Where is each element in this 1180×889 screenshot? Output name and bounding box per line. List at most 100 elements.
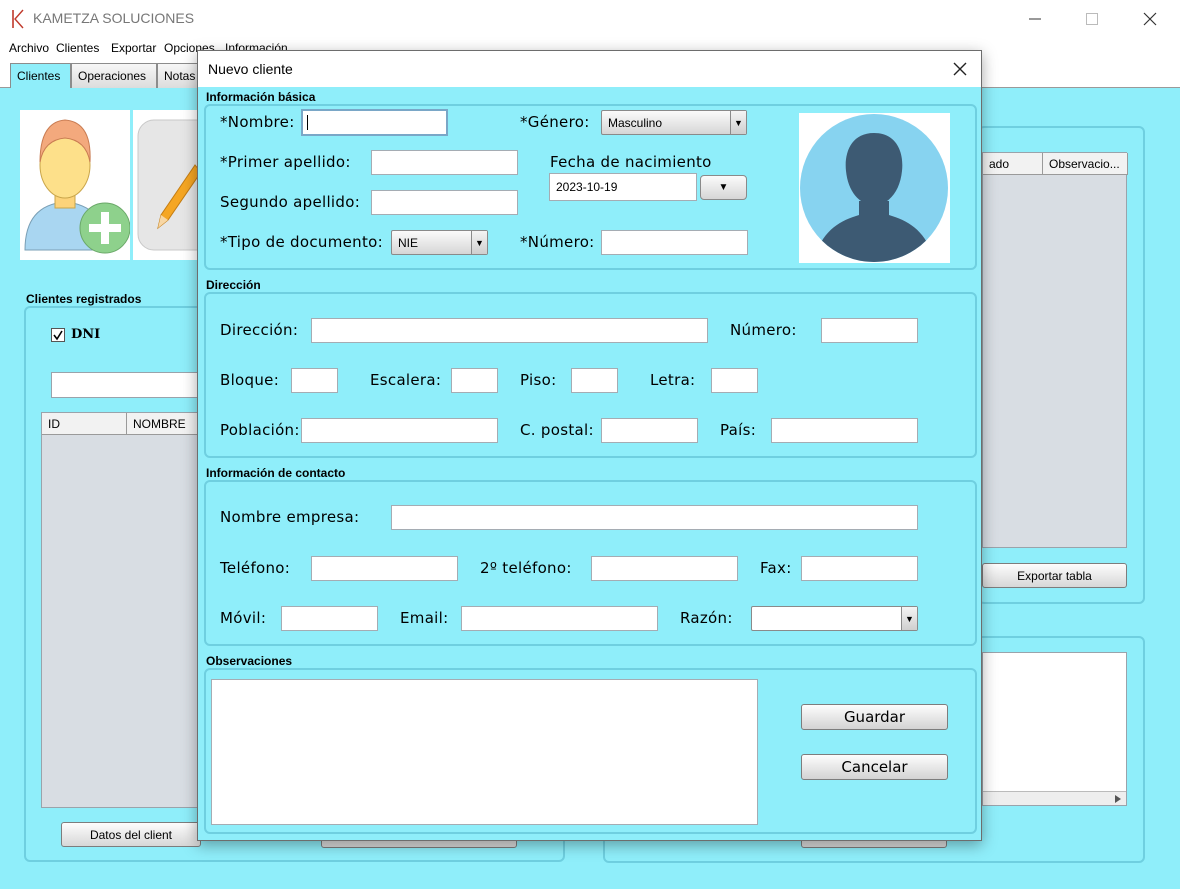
export-table-button[interactable]: Exportar tabla	[982, 563, 1127, 588]
tab-clientes[interactable]: Clientes	[10, 63, 71, 88]
minimize-button[interactable]	[1012, 4, 1058, 34]
fecha-nacimiento-label: Fecha de nacimiento	[550, 153, 712, 171]
contact-title: Información de contacto	[206, 466, 346, 480]
scroll-right-icon[interactable]	[1113, 794, 1123, 804]
empresa-input[interactable]	[391, 505, 918, 530]
registered-clients-label: Clientes registrados	[26, 292, 142, 306]
clients-table[interactable]: ID NOMBRE	[41, 412, 202, 808]
numero-input[interactable]	[821, 318, 918, 343]
telefono-input[interactable]	[311, 556, 458, 581]
basic-info-title: Información básica	[206, 90, 316, 104]
razon-select[interactable]: ▼	[751, 606, 918, 631]
address-title: Dirección	[206, 278, 261, 292]
dialog-title: Nuevo cliente	[208, 61, 293, 77]
operations-table[interactable]: ado Observacio...	[982, 152, 1128, 548]
movil-label: Móvil:	[220, 609, 267, 627]
movil-input[interactable]	[281, 606, 378, 631]
maximize-button[interactable]	[1069, 4, 1115, 34]
tipo-documento-value: NIE	[398, 236, 419, 250]
codigo-postal-label: C. postal:	[520, 421, 594, 439]
fax-label: Fax:	[760, 559, 792, 577]
window-titlebar: KAMETZA SOLUCIONES	[0, 0, 1180, 38]
date-picker-button[interactable]: ▼	[700, 175, 747, 200]
razon-label: Razón:	[680, 609, 733, 627]
piso-label: Piso:	[520, 371, 557, 389]
escalera-input[interactable]	[451, 368, 498, 393]
telefono-label: Teléfono:	[220, 559, 291, 577]
numero-documento-input[interactable]	[601, 230, 748, 255]
segundo-apellido-input[interactable]	[371, 190, 518, 215]
primer-apellido-input[interactable]	[371, 150, 518, 175]
tipo-documento-label: *Tipo de documento:	[220, 233, 383, 251]
telefono2-input[interactable]	[591, 556, 738, 581]
genero-select[interactable]: Masculino ▼	[601, 110, 747, 135]
empresa-label: Nombre empresa:	[220, 508, 360, 526]
poblacion-input[interactable]	[301, 418, 498, 443]
nombre-label: *Nombre:	[220, 113, 295, 131]
escalera-label: Escalera:	[370, 371, 442, 389]
bloque-input[interactable]	[291, 368, 338, 393]
direccion-label: Dirección:	[220, 321, 299, 339]
table-header-id[interactable]: ID	[42, 413, 127, 435]
close-window-button[interactable]	[1127, 4, 1173, 34]
dialog-titlebar: Nuevo cliente	[198, 51, 981, 87]
table-header-observaciones[interactable]: Observacio...	[1043, 153, 1128, 175]
add-client-icon[interactable]	[20, 110, 130, 260]
table-header-nombre[interactable]: NOMBRE	[127, 413, 202, 435]
fecha-nacimiento-input[interactable]: 2023-10-19	[549, 173, 697, 201]
telefono2-label: 2º teléfono:	[480, 559, 572, 577]
piso-input[interactable]	[571, 368, 618, 393]
chevron-down-icon: ▼	[718, 182, 729, 193]
tab-operaciones[interactable]: Operaciones	[71, 63, 157, 88]
bloque-label: Bloque:	[220, 371, 280, 389]
app-title: KAMETZA SOLUCIONES	[33, 10, 195, 26]
client-photo[interactable]	[799, 113, 950, 263]
fax-input[interactable]	[801, 556, 918, 581]
notes-title: Observaciones	[206, 654, 293, 668]
codigo-postal-input[interactable]	[601, 418, 698, 443]
primer-apellido-label: *Primer apellido:	[220, 153, 351, 171]
avatar-icon	[800, 114, 948, 262]
add-user-icon	[24, 119, 130, 254]
save-button[interactable]: Guardar	[801, 704, 948, 730]
new-client-dialog: Nuevo cliente Información básica *Nombre…	[197, 50, 982, 841]
minimize-icon	[1029, 18, 1041, 20]
direccion-input[interactable]	[311, 318, 708, 343]
letra-input[interactable]	[711, 368, 758, 393]
numero-documento-label: *Número:	[520, 233, 595, 251]
app-logo-icon	[12, 9, 24, 29]
chevron-down-icon: ▼	[730, 111, 746, 134]
numero-label: Número:	[730, 321, 797, 339]
close-icon	[1143, 12, 1157, 26]
close-icon	[953, 62, 967, 76]
email-label: Email:	[400, 609, 449, 627]
cancel-button[interactable]: Cancelar	[801, 754, 948, 780]
genero-value: Masculino	[608, 116, 663, 130]
notes-list[interactable]	[982, 652, 1127, 806]
nombre-input[interactable]	[301, 109, 448, 136]
dni-label: DNI	[71, 327, 101, 342]
poblacion-label: Población:	[220, 421, 300, 439]
table-header-estado[interactable]: ado	[983, 153, 1043, 175]
chevron-down-icon: ▼	[901, 607, 917, 630]
horizontal-scrollbar[interactable]	[983, 791, 1126, 805]
observaciones-textarea[interactable]	[211, 679, 758, 825]
menu-exportar[interactable]: Exportar	[111, 41, 156, 55]
text-caret	[307, 115, 308, 130]
client-data-button[interactable]: Datos del client	[61, 822, 201, 847]
edit-client-icon[interactable]	[133, 110, 197, 260]
email-input[interactable]	[461, 606, 658, 631]
dialog-close-button[interactable]	[948, 59, 972, 79]
check-icon	[53, 330, 63, 341]
pencil-icon	[137, 119, 197, 251]
pais-input[interactable]	[771, 418, 918, 443]
letra-label: Letra:	[650, 371, 696, 389]
tipo-documento-select[interactable]: NIE ▼	[391, 230, 488, 255]
menu-clientes[interactable]: Clientes	[56, 41, 99, 55]
pais-label: País:	[720, 421, 757, 439]
maximize-icon	[1086, 13, 1098, 25]
menu-archivo[interactable]: Archivo	[9, 41, 49, 55]
chevron-down-icon: ▼	[471, 231, 487, 254]
dni-checkbox[interactable]	[51, 328, 65, 342]
search-input[interactable]	[51, 372, 201, 398]
